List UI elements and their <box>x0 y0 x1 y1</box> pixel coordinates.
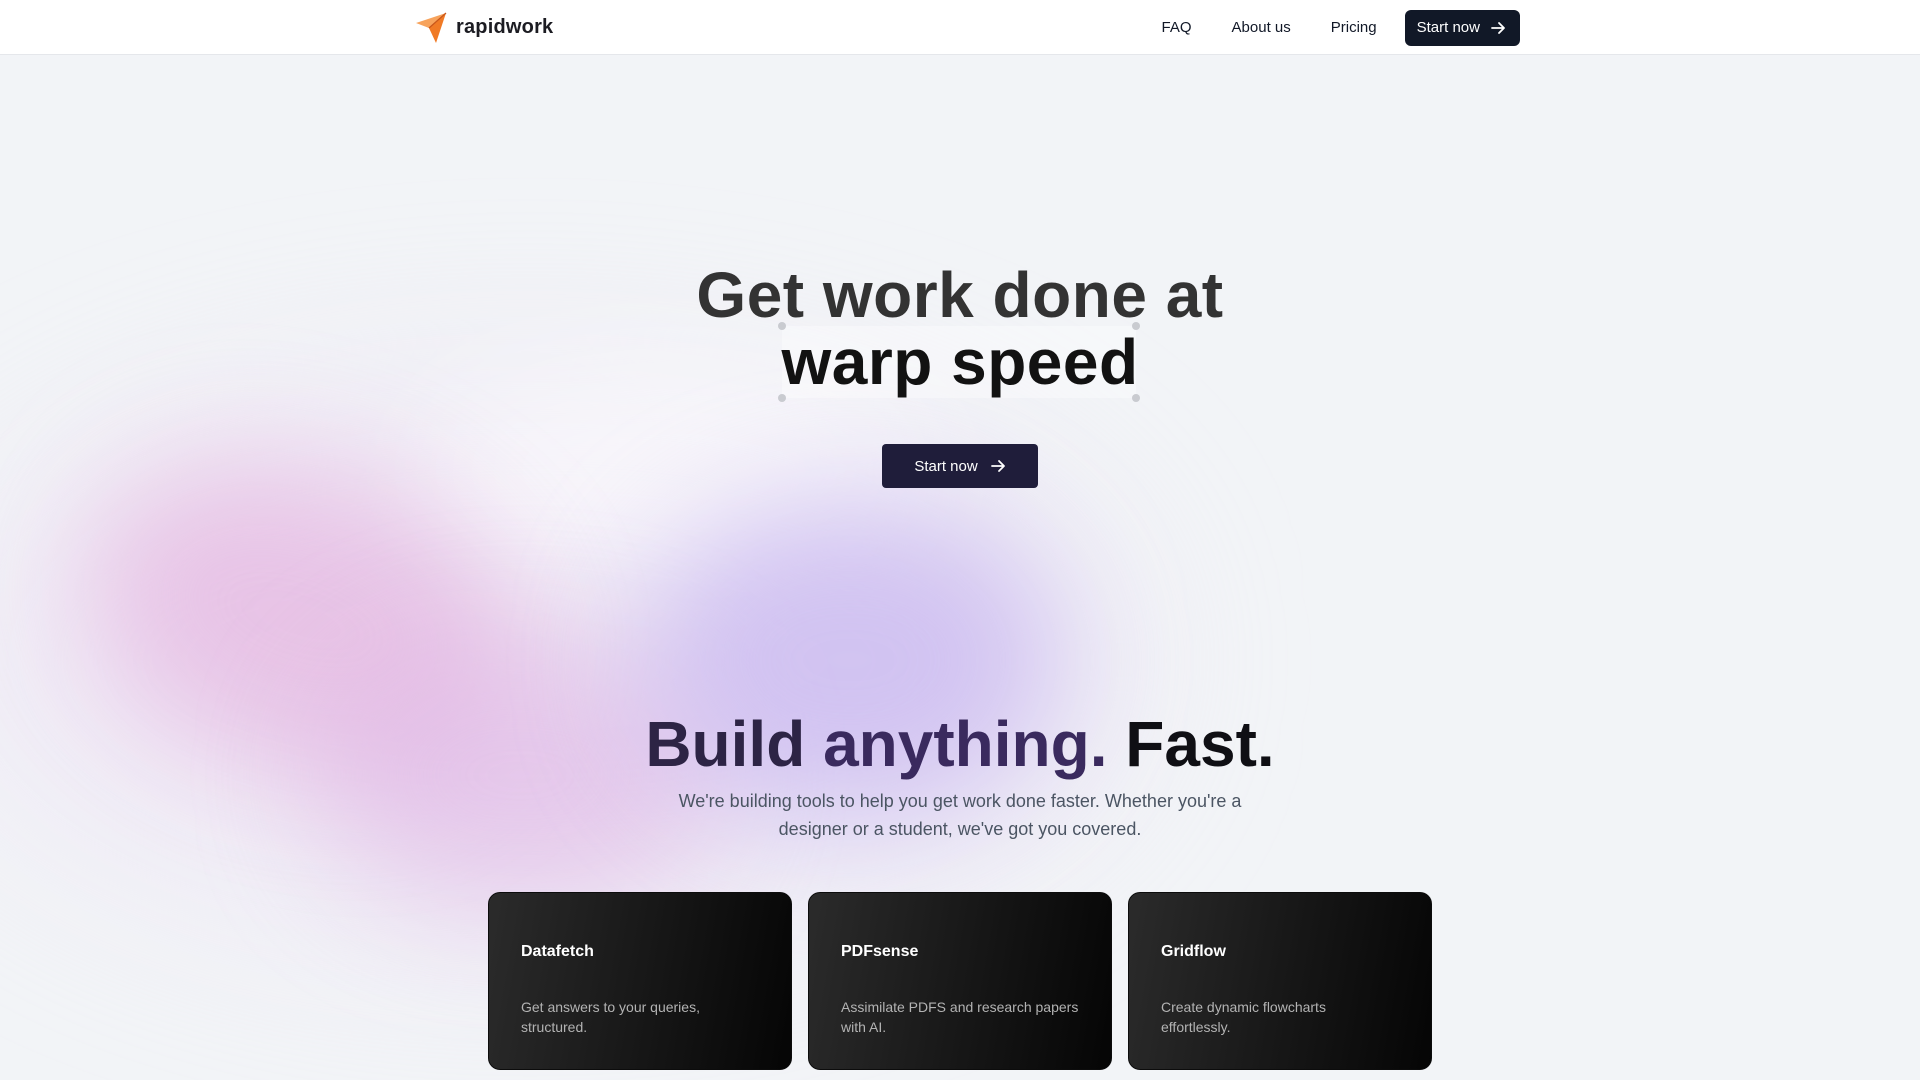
features-subtitle-line-1: We're building tools to help you get wor… <box>678 791 1242 811</box>
navbar-content: rapidwork FAQ About us Pricing Start now <box>414 0 1520 55</box>
card-description: Assimilate PDFS and research papers with… <box>841 999 1079 1035</box>
arrow-right-icon <box>990 460 1005 472</box>
features-subtitle-line-2: designer or a student, we've got you cov… <box>778 819 1142 839</box>
features-title: Build anything. Fast. <box>0 704 1920 784</box>
hero-heading-line-2: warp speed <box>781 326 1139 398</box>
nav-link-pricing[interactable]: Pricing <box>1331 19 1377 36</box>
product-card-gridflow[interactable]: Gridflow Create dynamic flowcharts effor… <box>1128 892 1432 1070</box>
nav-links: FAQ About us Pricing Start now <box>1162 9 1520 46</box>
features-subtitle: We're building tools to help you get wor… <box>0 787 1920 843</box>
nav-start-now-label: Start now <box>1416 19 1480 36</box>
features-title-word-3: Fast. <box>1125 708 1275 780</box>
card-title: PDFsense <box>841 943 919 960</box>
nav-start-now-button[interactable]: Start now <box>1404 9 1520 46</box>
hero-heading-line-1: Get work done at <box>696 259 1224 331</box>
card-description: Get answers to your queries, structured. <box>521 999 700 1035</box>
brand-name: rapidwork <box>456 16 554 38</box>
product-cards: Datafetch Get answers to your queries, s… <box>488 892 1432 1070</box>
card-title: Gridflow <box>1161 943 1226 960</box>
card-title: Datafetch <box>521 943 594 960</box>
nav-link-about-us[interactable]: About us <box>1232 19 1291 36</box>
paper-plane-icon <box>416 12 447 43</box>
features-title-word-2: anything. <box>823 708 1108 780</box>
features-title-word-1: Build <box>645 708 806 780</box>
product-card-pdfsense[interactable]: PDFsense Assimilate PDFS and research pa… <box>808 892 1112 1070</box>
card-description: Create dynamic flowcharts effortlessly. <box>1161 999 1326 1035</box>
hero-start-now-label: Start now <box>914 457 978 475</box>
arrow-right-icon <box>1491 21 1505 34</box>
product-card-datafetch[interactable]: Datafetch Get answers to your queries, s… <box>488 892 792 1070</box>
brand-logo-link[interactable]: rapidwork <box>414 11 553 45</box>
top-navbar: rapidwork FAQ About us Pricing Start now <box>0 0 1920 55</box>
hero-start-now-button[interactable]: Start now <box>882 444 1038 488</box>
nav-link-faq[interactable]: FAQ <box>1162 19 1192 36</box>
